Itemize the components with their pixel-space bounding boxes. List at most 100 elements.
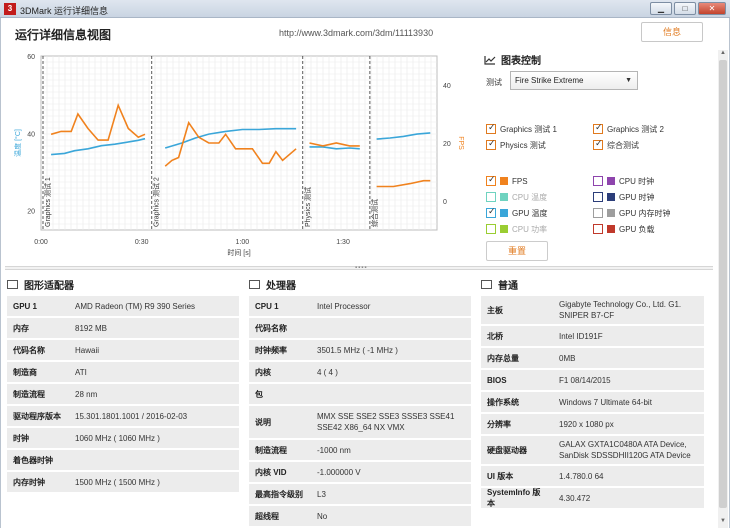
color-swatch xyxy=(607,177,615,185)
info-button[interactable]: 信息 xyxy=(641,22,703,42)
reset-button[interactable]: 重置 xyxy=(486,241,548,261)
info-value: ATI xyxy=(75,367,87,377)
chart-icon xyxy=(484,56,496,65)
metric-checkbox[interactable]: CPU 温度 xyxy=(486,192,547,203)
info-row: 北桥 Intel ID191F xyxy=(481,326,704,348)
info-row: 内存总量 0MB xyxy=(481,348,704,370)
scroll-thumb[interactable] xyxy=(719,60,727,508)
checkbox-icon xyxy=(593,176,603,186)
metric-checkbox[interactable]: GPU 时钟 xyxy=(593,192,655,203)
info-key: 内存总量 xyxy=(487,353,519,363)
test-checkbox[interactable]: Graphics 测试 2 xyxy=(593,122,664,135)
info-value: No xyxy=(317,511,328,521)
splitter-grip-icon: ▪▪▪▪ xyxy=(355,265,368,271)
minimize-button[interactable]: ▁ xyxy=(650,2,672,15)
y-left-tick-label: 40 xyxy=(27,131,35,138)
info-row: 时钟 1060 MHz ( 1060 MHz ) xyxy=(7,428,239,450)
info-row: CPU 1 Intel Processor xyxy=(249,296,471,318)
metric-checkbox[interactable]: GPU 负载 xyxy=(593,224,655,235)
y-right-tick-label: 40 xyxy=(443,83,451,90)
checkbox-icon xyxy=(486,138,496,150)
checkbox-icon xyxy=(593,208,603,218)
checkbox-icon xyxy=(593,138,603,150)
monitoring-chart-svg: 60 40 20 40 20 0 0:00 0:30 1:00 1:30 时间 [s] 温度 [°C]… xyxy=(13,54,464,257)
scroll-up-icon[interactable]: ▲ xyxy=(718,50,728,60)
general-section-title: 普通 xyxy=(498,280,518,292)
splitter-handle[interactable]: ▪▪▪▪ xyxy=(5,265,713,271)
test-checkbox-label: Physics 测试 xyxy=(500,141,546,150)
info-value: GALAX GXTA1C0480A ATA Device, SanDisk SD… xyxy=(559,440,691,460)
metric-checkbox-label: CPU 时钟 xyxy=(619,177,655,186)
info-value: Hawaii xyxy=(75,345,100,355)
info-value: 1920 x 1080 px xyxy=(559,419,614,429)
info-row: SystemInfo 版本 4.30.472 xyxy=(481,488,704,510)
metric-checkbox[interactable]: GPU 内存时钟 xyxy=(593,208,671,219)
chart-controls-title: 图表控制 xyxy=(501,56,541,67)
info-value: Gigabyte Technology Co., Ltd. G1. SNIPER… xyxy=(559,300,682,320)
y-right-tick-label: 20 xyxy=(443,141,451,148)
checkbox-icon xyxy=(593,192,603,202)
info-row: 制造商 ATI xyxy=(7,362,239,384)
info-key: 操作系统 xyxy=(487,397,519,407)
metric-checkbox-label: GPU 温度 xyxy=(512,209,548,218)
metric-checkbox-label: CPU 功率 xyxy=(512,225,548,234)
y-left-axis-label: 温度 [°C] xyxy=(13,129,22,157)
maximize-button[interactable]: □ xyxy=(674,2,696,15)
info-key: 内存时钟 xyxy=(13,477,45,487)
info-row: 内核 VID -1.000000 V xyxy=(249,462,471,484)
chart-controls: 图表控制 测试 Fire Strike Extreme ▼ Graphics 测… xyxy=(484,50,724,261)
metric-checkbox[interactable]: CPU 时钟 xyxy=(593,176,654,187)
checkbox-icon xyxy=(486,224,496,234)
metric-checkbox-label: CPU 温度 xyxy=(512,193,548,202)
color-swatch xyxy=(607,225,615,233)
x-tick-label: 1:00 xyxy=(236,239,250,246)
info-row: 内存 8192 MB xyxy=(7,318,239,340)
x-axis-label: 时间 [s] xyxy=(227,248,250,257)
info-value: 4 ( 4 ) xyxy=(317,367,338,377)
x-tick-label: 0:30 xyxy=(135,239,149,246)
info-row: BIOS F1 08/14/2015 xyxy=(481,370,704,392)
color-swatch xyxy=(500,209,508,217)
info-value: Windows 7 Ultimate 64-bit xyxy=(559,397,652,407)
processor-section: 处理器 CPU 1 Intel Processor 代码名称 时钟频率 3501.5 M… xyxy=(249,276,471,528)
metric-checkbox[interactable]: CPU 功率 xyxy=(486,224,547,235)
info-row: 内存时钟 1500 MHz ( 1500 MHz ) xyxy=(7,472,239,494)
main-window: 运行详细信息视图 http://www.3dmark.com/3dm/11113… xyxy=(0,18,730,528)
checkbox-icon xyxy=(486,122,496,134)
test-checkbox-label: 综合测试 xyxy=(607,141,639,150)
test-marker-label: 综合测试 xyxy=(370,199,379,227)
metric-checkbox[interactable]: GPU 温度 xyxy=(486,206,548,219)
test-select[interactable]: Fire Strike Extreme ▼ xyxy=(510,71,638,90)
test-checkbox[interactable]: Graphics 测试 1 xyxy=(486,122,557,135)
y-left-tick-label: 60 xyxy=(27,54,35,61)
info-value xyxy=(311,318,471,338)
window-title: 3DMark 运行详细信息 xyxy=(20,6,109,16)
vertical-scrollbar[interactable]: ▲ ▼ xyxy=(718,50,728,528)
info-key: 最高指令级别 xyxy=(255,489,303,499)
test-checkbox-label: Graphics 测试 2 xyxy=(607,125,664,134)
info-key: SystemInfo 版本 xyxy=(487,488,541,508)
test-checkbox[interactable]: Physics 测试 xyxy=(486,138,546,151)
graphics-section: 图形适配器 GPU 1 AMD Radeon (TM) R9 390 Series… xyxy=(7,276,239,494)
info-key: 内核 VID xyxy=(255,467,287,477)
metric-checkbox-label: GPU 负载 xyxy=(619,225,655,234)
checkbox-icon xyxy=(593,122,603,134)
test-checkbox[interactable]: 综合测试 xyxy=(593,138,639,151)
result-url[interactable]: http://www.3dmark.com/3dm/11113930 xyxy=(279,28,433,38)
info-row: GPU 1 AMD Radeon (TM) R9 390 Series xyxy=(7,296,239,318)
info-key: 北桥 xyxy=(487,331,503,341)
info-value: 3501.5 MHz ( -1 MHz ) xyxy=(317,345,398,355)
info-key: GPU 1 xyxy=(13,301,38,311)
info-row: 代码名称 Hawaii xyxy=(7,340,239,362)
info-key: 代码名称 xyxy=(13,345,45,355)
scroll-down-icon[interactable]: ▼ xyxy=(718,518,728,528)
info-key: 时钟 xyxy=(13,433,29,443)
monitoring-chart: 60 40 20 40 20 0 0:00 0:30 1:00 1:30 时间 [s] 温度 [°C]… xyxy=(11,50,473,257)
info-value: L3 xyxy=(317,489,326,499)
checkbox-icon xyxy=(486,174,496,186)
close-button[interactable]: ✕ xyxy=(698,2,726,15)
page-title: 运行详细信息视图 xyxy=(15,28,112,42)
metric-checkbox[interactable]: FPS xyxy=(486,174,528,186)
dropdown-arrow-icon: ▼ xyxy=(625,77,632,84)
info-row: 硬盘驱动器 GALAX GXTA1C0480A ATA Device, SanDi… xyxy=(481,436,704,466)
